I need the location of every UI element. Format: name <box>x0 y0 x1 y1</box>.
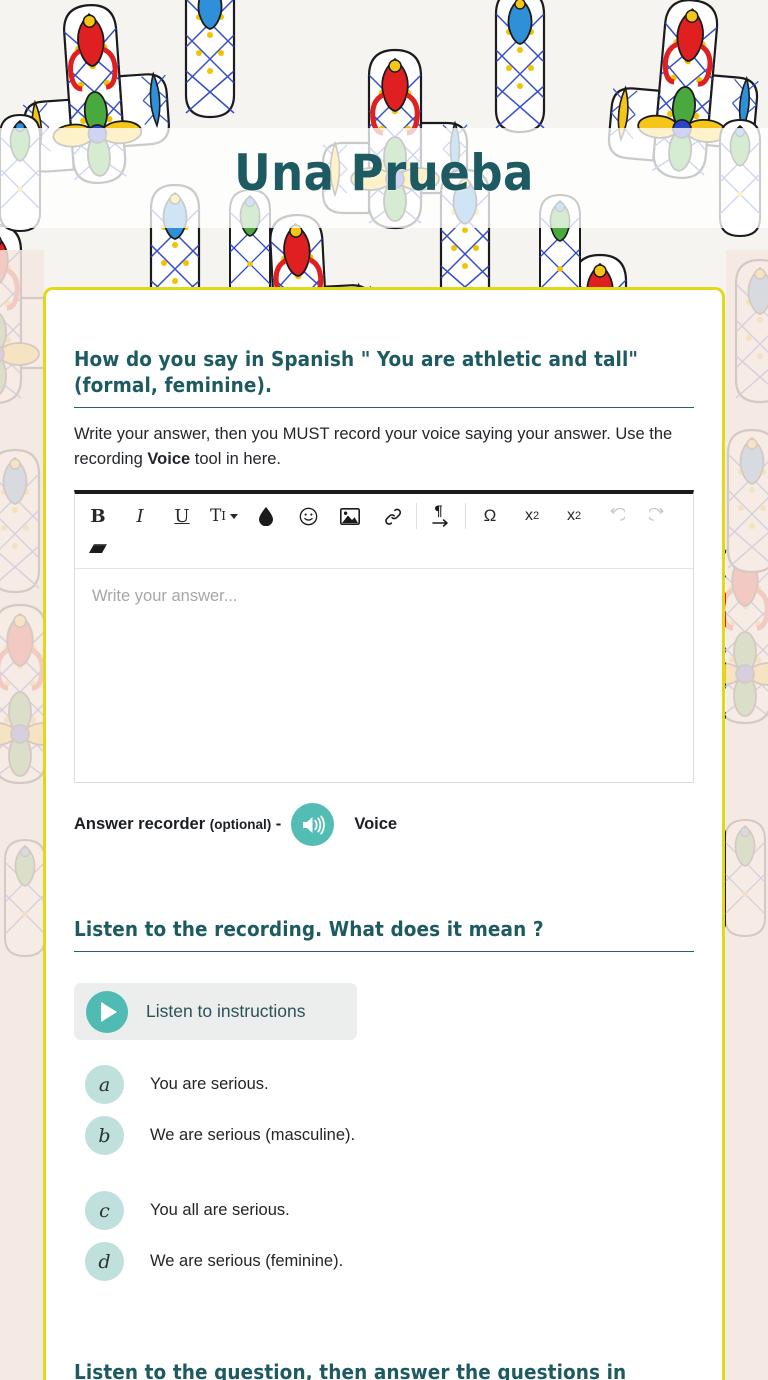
option-text-c: You all are serious. <box>150 1201 290 1219</box>
answer-options-list: a You are serious. b We are serious (mas… <box>74 1059 694 1287</box>
rich-text-editor: B I U TI ¶ Ω x 2 x 2 Write your answer..… <box>74 490 694 783</box>
emoji-icon[interactable] <box>287 500 329 532</box>
option-row-b[interactable]: b We are serious (masculine). <box>74 1110 694 1161</box>
chevron-down-icon <box>230 513 239 519</box>
recorder-optional-text: (optional) <box>209 817 272 832</box>
listen-button-label: Listen to instructions <box>146 1001 306 1021</box>
instructions-part-2: tool in here. <box>190 450 281 468</box>
font-size-icon[interactable]: TI <box>203 500 245 532</box>
option-text-a: You are serious. <box>150 1075 269 1093</box>
underline-icon[interactable]: U <box>161 500 203 532</box>
svg-text:¶: ¶ <box>434 504 443 520</box>
eraser-icon[interactable] <box>77 532 119 564</box>
option-letter-badge-a: a <box>85 1065 124 1104</box>
option-letter-badge-d: d <box>85 1242 124 1281</box>
question-2-heading: Listen to the recording. What does it me… <box>74 916 694 952</box>
question-3-heading: Listen to the question, then answer the … <box>74 1359 694 1380</box>
listen-to-instructions-button[interactable]: Listen to instructions <box>74 983 357 1040</box>
option-row-c[interactable]: c You all are serious. <box>74 1185 694 1236</box>
instructions-bold-voice: Voice <box>147 450 191 468</box>
superscript-icon[interactable]: x2 <box>553 500 595 532</box>
answer-recorder-row: Answer recorder (optional) - Voice <box>74 803 694 846</box>
page-title: Una Prueba <box>234 144 534 202</box>
play-icon <box>86 990 128 1033</box>
special-character-icon[interactable]: Ω <box>469 500 511 532</box>
voice-tool-label: Voice <box>354 815 398 833</box>
speaker-icon[interactable] <box>291 803 335 846</box>
recorder-label-text: Answer recorder <box>74 815 210 833</box>
toolbar-separator <box>465 503 466 529</box>
toolbar-separator <box>416 503 417 529</box>
insert-image-icon[interactable] <box>329 500 371 532</box>
italic-icon[interactable]: I <box>119 500 161 532</box>
subscript-icon[interactable]: x2 <box>511 500 553 532</box>
undo-icon[interactable] <box>595 500 637 532</box>
answer-input[interactable]: Write your answer... <box>75 569 693 782</box>
assignment-card: How do you say in Spanish " You are athl… <box>43 287 725 1380</box>
option-text-b: We are serious (masculine). <box>150 1126 356 1144</box>
bold-icon[interactable]: B <box>77 500 119 532</box>
question-1-heading: How do you say in Spanish " You are athl… <box>74 346 694 408</box>
insert-link-icon[interactable] <box>371 500 413 532</box>
answer-recorder-label: Answer recorder (optional) - <box>74 815 281 834</box>
question-1-instructions: Write your answer, then you MUST record … <box>74 422 694 472</box>
option-letter-badge-b: b <box>85 1116 124 1155</box>
option-letter-badge-c: c <box>85 1191 124 1230</box>
recorder-dash: - <box>271 815 282 833</box>
paragraph-indent-icon[interactable]: ¶ <box>420 500 462 532</box>
option-text-d: We are serious (feminine). <box>150 1252 344 1270</box>
option-row-a[interactable]: a You are serious. <box>74 1059 694 1110</box>
option-row-d[interactable]: d We are serious (feminine). <box>74 1236 694 1287</box>
redo-icon[interactable] <box>637 500 679 532</box>
text-color-droplet-icon[interactable] <box>245 500 287 532</box>
editor-toolbar: B I U TI ¶ Ω x 2 x 2 <box>75 494 693 569</box>
